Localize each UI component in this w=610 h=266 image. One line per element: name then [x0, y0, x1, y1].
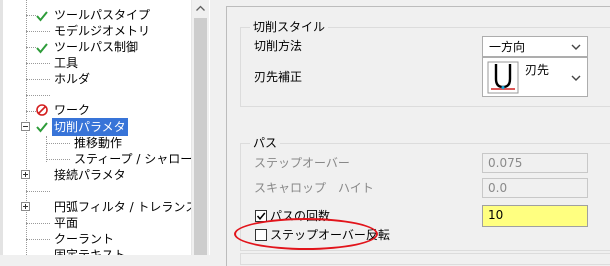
tip-comp-select[interactable]: 刃先: [482, 57, 588, 97]
tree-guide: [26, 191, 50, 192]
annotation-circle: [234, 218, 378, 250]
tree-scrollbar[interactable]: [191, 0, 209, 255]
check-icon: [36, 11, 48, 22]
tree-edge: [0, 0, 3, 255]
stepover-label: ステップオーバー: [254, 156, 350, 170]
operation-tree: ツールパスタイプ モデルジオメトリ ツールパス制御 工具 ホルダ ワーク 切削パ…: [0, 0, 210, 255]
collapse-icon[interactable]: [21, 122, 30, 131]
tree-item-label: ホルダ: [54, 72, 91, 86]
check-icon: [36, 122, 48, 133]
tip-comp-label: 刃先補正: [254, 70, 303, 84]
expand-icon[interactable]: [21, 202, 30, 211]
scallop-height-label: スキャロップ ハイト: [254, 181, 374, 195]
tree-item-label: 固定テキスト: [54, 248, 126, 255]
tree-guide: [26, 31, 50, 32]
cut-method-select[interactable]: 一方向: [482, 36, 588, 57]
tool-tip-icon: [487, 61, 519, 94]
chevron-down-icon: [571, 44, 581, 50]
cut-method-value: 一方向: [489, 40, 526, 54]
scroll-up-icon[interactable]: [192, 0, 209, 17]
tree-guide: [26, 239, 50, 240]
chevron-down-icon: [571, 75, 581, 81]
cut-method-label: 切削方法: [254, 39, 303, 53]
tree-guide: [46, 159, 70, 160]
stepover-input[interactable]: 0.075: [482, 153, 588, 173]
tree-item-label: 接続パラメタ: [54, 168, 126, 182]
tree-guide: [26, 79, 50, 80]
tree-item-label: ワーク: [54, 103, 91, 117]
prohibit-icon: [36, 104, 48, 116]
scallop-height-input[interactable]: 0.0: [482, 178, 588, 198]
scroll-thumb[interactable]: [194, 18, 207, 255]
passes-input[interactable]: 10: [482, 205, 588, 227]
expand-icon[interactable]: [21, 170, 30, 179]
parameter-panel: 切削スタイル 切削方法 一方向 刃先補正 刃先 パス ステップオーバー 0.07…: [210, 0, 610, 266]
checkmark-icon: [256, 212, 266, 220]
check-icon: [36, 43, 48, 54]
tree-guide: [26, 95, 50, 96]
tip-comp-value: 刃先: [525, 63, 550, 77]
pass-title: パス: [250, 136, 281, 150]
cut-style-title: 切削スタイル: [250, 20, 329, 34]
tree-guide: [46, 143, 70, 144]
tree-guide: [26, 63, 50, 64]
tree-guide: [26, 223, 50, 224]
